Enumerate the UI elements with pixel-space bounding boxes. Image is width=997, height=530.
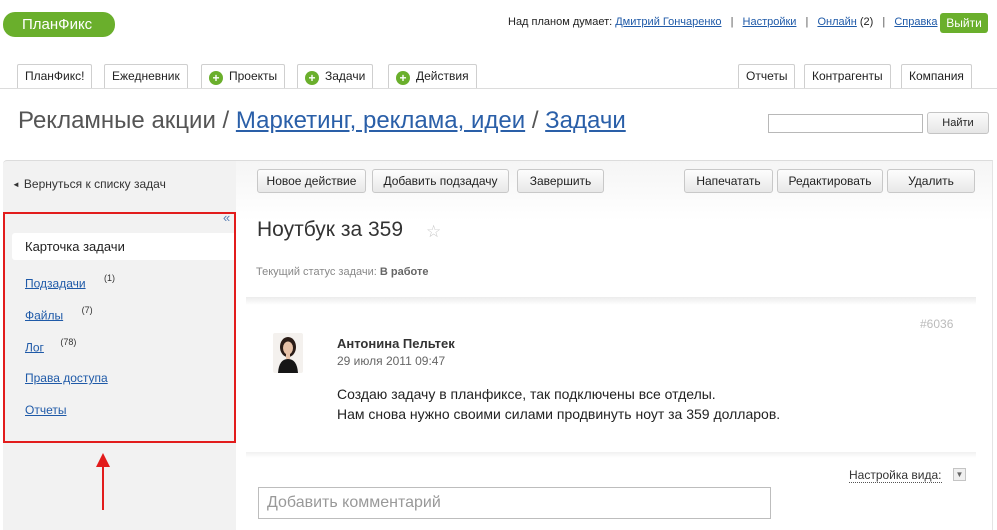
highlight-box bbox=[3, 212, 236, 443]
add-task-icon[interactable]: + bbox=[305, 71, 319, 85]
breadcrumb-tasks-link[interactable]: Задачи bbox=[545, 107, 626, 134]
tab-actions[interactable]: + Действия bbox=[388, 64, 477, 88]
thread-divider bbox=[246, 452, 976, 458]
tab-divider bbox=[0, 88, 997, 89]
settings-link[interactable]: Настройки bbox=[743, 16, 797, 28]
new-action-button[interactable]: Новое действие bbox=[257, 169, 366, 193]
view-settings-link[interactable]: Настройка вида: bbox=[849, 468, 942, 483]
online-count: (2) bbox=[859, 16, 874, 28]
task-title: Ноутбук за 359 bbox=[257, 218, 403, 241]
add-action-icon[interactable]: + bbox=[396, 71, 410, 85]
delete-button[interactable]: Удалить bbox=[887, 169, 975, 193]
thinking-label: Над планом думает: bbox=[508, 16, 613, 28]
planfix-logo[interactable]: ПланФикс bbox=[3, 12, 115, 37]
arrow-shaft bbox=[102, 465, 104, 510]
tab-projects[interactable]: + Проекты bbox=[201, 64, 286, 88]
tab-projects-label: Проекты bbox=[229, 69, 278, 83]
breadcrumb-separator: / bbox=[531, 107, 539, 134]
comment-body: Создаю задачу в планфиксе, так подключен… bbox=[337, 384, 937, 424]
breadcrumb-separator: / bbox=[222, 107, 230, 134]
comment-author[interactable]: Антонина Пельтек bbox=[337, 336, 455, 351]
breadcrumb-root: Рекламные акции bbox=[18, 107, 216, 134]
add-comment-input[interactable]: Добавить комментарий bbox=[258, 487, 771, 519]
edit-button[interactable]: Редактировать bbox=[777, 169, 883, 193]
tab-contractors[interactable]: Контрагенты bbox=[804, 64, 891, 88]
search-button[interactable]: Найти bbox=[927, 112, 989, 134]
tab-reports[interactable]: Отчеты bbox=[738, 64, 796, 88]
tab-planner[interactable]: Ежедневник bbox=[104, 64, 188, 88]
back-to-tasks-link[interactable]: ◄ Вернуться к списку задач bbox=[12, 177, 166, 191]
comment-line: Создаю задачу в планфиксе, так подключен… bbox=[337, 386, 716, 402]
comment-date: 29 июля 2011 09:47 bbox=[337, 354, 446, 368]
status-value: В работе bbox=[379, 266, 429, 278]
online-link[interactable]: Онлайн bbox=[817, 16, 856, 28]
avatar bbox=[273, 333, 303, 373]
section-divider bbox=[246, 297, 976, 305]
comment-line: Нам снова нужно своими силами продвинуть… bbox=[337, 406, 781, 422]
tab-tasks-label: Задачи bbox=[325, 69, 366, 83]
star-icon[interactable]: ☆ bbox=[426, 222, 441, 242]
add-subtask-button[interactable]: Добавить подзадачу bbox=[372, 169, 509, 193]
top-navigation: Над планом думает: Дмитрий Гончаренко | … bbox=[508, 16, 938, 28]
breadcrumb-project-link[interactable]: Маркетинг, реклама, идеи bbox=[236, 107, 525, 134]
search-input[interactable] bbox=[768, 114, 923, 133]
print-button[interactable]: Напечатать bbox=[684, 169, 773, 193]
current-user-link[interactable]: Дмитрий Гончаренко bbox=[615, 16, 721, 28]
comment-id[interactable]: #6036 bbox=[920, 317, 953, 331]
chevron-down-icon[interactable]: ▼ bbox=[953, 468, 966, 481]
tab-tasks[interactable]: + Задачи bbox=[297, 64, 374, 88]
tab-actions-label: Действия bbox=[416, 69, 469, 83]
task-status: Текущий статус задачи: В работе bbox=[256, 266, 428, 278]
tab-company[interactable]: Компания bbox=[901, 64, 972, 88]
tab-planfix[interactable]: ПланФикс! bbox=[17, 64, 93, 88]
back-label: Вернуться к списку задач bbox=[23, 177, 166, 191]
add-project-icon[interactable]: + bbox=[209, 71, 223, 85]
status-label: Текущий статус задачи: bbox=[256, 266, 377, 278]
back-arrow-icon: ◄ bbox=[12, 180, 20, 189]
help-link[interactable]: Справка bbox=[894, 16, 937, 28]
breadcrumb: Рекламные акции / Маркетинг, реклама, ид… bbox=[18, 107, 626, 135]
logout-button[interactable]: Выйти bbox=[940, 13, 988, 33]
finish-task-button[interactable]: Завершить bbox=[517, 169, 604, 193]
